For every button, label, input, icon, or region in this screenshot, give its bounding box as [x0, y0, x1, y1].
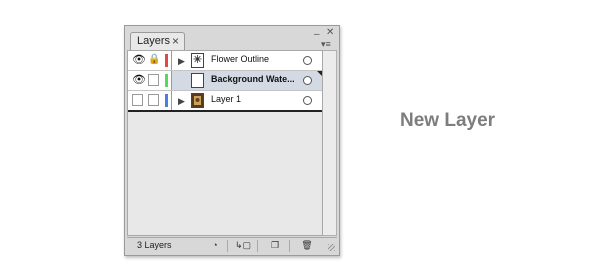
- tab-label: Layers: [137, 35, 171, 47]
- expand-triangle-icon[interactable]: ▶: [178, 96, 185, 107]
- lock-toggle-empty[interactable]: [148, 74, 159, 86]
- layer-count: 3 Layers: [137, 240, 172, 250]
- expand-triangle-icon[interactable]: ▶: [178, 56, 185, 67]
- minimize-icon[interactable]: ‒: [314, 30, 320, 40]
- close-icon[interactable]: ✕: [326, 28, 334, 38]
- panel-menu-icon[interactable]: ▾≡: [321, 39, 331, 49]
- target-circle-icon[interactable]: [303, 96, 312, 105]
- selection-indicator-icon: [317, 71, 322, 76]
- lock-toggle-empty[interactable]: [148, 94, 159, 106]
- layer-color-swatch: [165, 54, 168, 67]
- eye-icon[interactable]: 👁: [132, 54, 146, 66]
- panel-footer: 3 Layers ◔ ↳▢ ❐ 🗑: [127, 237, 337, 253]
- flower-thumbnail-icon: [191, 53, 204, 68]
- layer-row-layer-1[interactable]: ▶ Layer 1: [128, 91, 322, 112]
- layers-panel: Layers × ‒ ✕ ▾≡ 👁 🔒 ▶ Flower Outline 👁 B…: [124, 25, 340, 256]
- tab-layers[interactable]: Layers ×: [130, 32, 185, 50]
- layer-toggles: 👁: [128, 71, 172, 90]
- layers-scrollbar[interactable]: [323, 50, 337, 236]
- trash-icon[interactable]: 🗑: [299, 240, 315, 251]
- layer-row-background-watercolor[interactable]: 👁 Background Wate...: [128, 71, 322, 91]
- blank-thumbnail-icon: [191, 73, 204, 88]
- layer-name[interactable]: Flower Outline: [211, 54, 301, 64]
- close-tab-icon[interactable]: ×: [172, 33, 179, 50]
- panel-titlebar[interactable]: Layers × ‒ ✕ ▾≡: [125, 26, 339, 50]
- layer-color-swatch: [165, 94, 168, 107]
- layers-list: 👁 🔒 ▶ Flower Outline 👁 Background Wate..…: [127, 50, 323, 236]
- layer-toggles: 👁 🔒: [128, 51, 172, 70]
- page-heading: New Layer: [400, 110, 496, 131]
- eye-icon[interactable]: 👁: [132, 74, 146, 86]
- layer-toggles: [128, 91, 172, 110]
- resize-grip-icon[interactable]: [328, 244, 335, 251]
- visibility-toggle-empty[interactable]: [132, 94, 143, 106]
- layer-name[interactable]: Layer 1: [211, 94, 301, 104]
- clipping-mask-icon[interactable]: ◔: [207, 240, 223, 251]
- lock-icon[interactable]: 🔒: [148, 54, 160, 66]
- target-circle-icon[interactable]: [303, 56, 312, 65]
- toolbar-divider: [227, 240, 228, 252]
- layer-row-flower-outline[interactable]: 👁 🔒 ▶ Flower Outline: [128, 51, 322, 71]
- create-sublayer-icon[interactable]: ↳▢: [235, 240, 251, 251]
- layer-name[interactable]: Background Wate...: [211, 74, 301, 84]
- image-thumbnail-icon: [191, 93, 204, 108]
- new-layer-icon[interactable]: ❐: [267, 240, 283, 251]
- target-circle-icon[interactable]: [303, 76, 312, 85]
- layer-color-swatch: [165, 74, 168, 87]
- toolbar-divider: [257, 240, 258, 252]
- toolbar-divider: [289, 240, 290, 252]
